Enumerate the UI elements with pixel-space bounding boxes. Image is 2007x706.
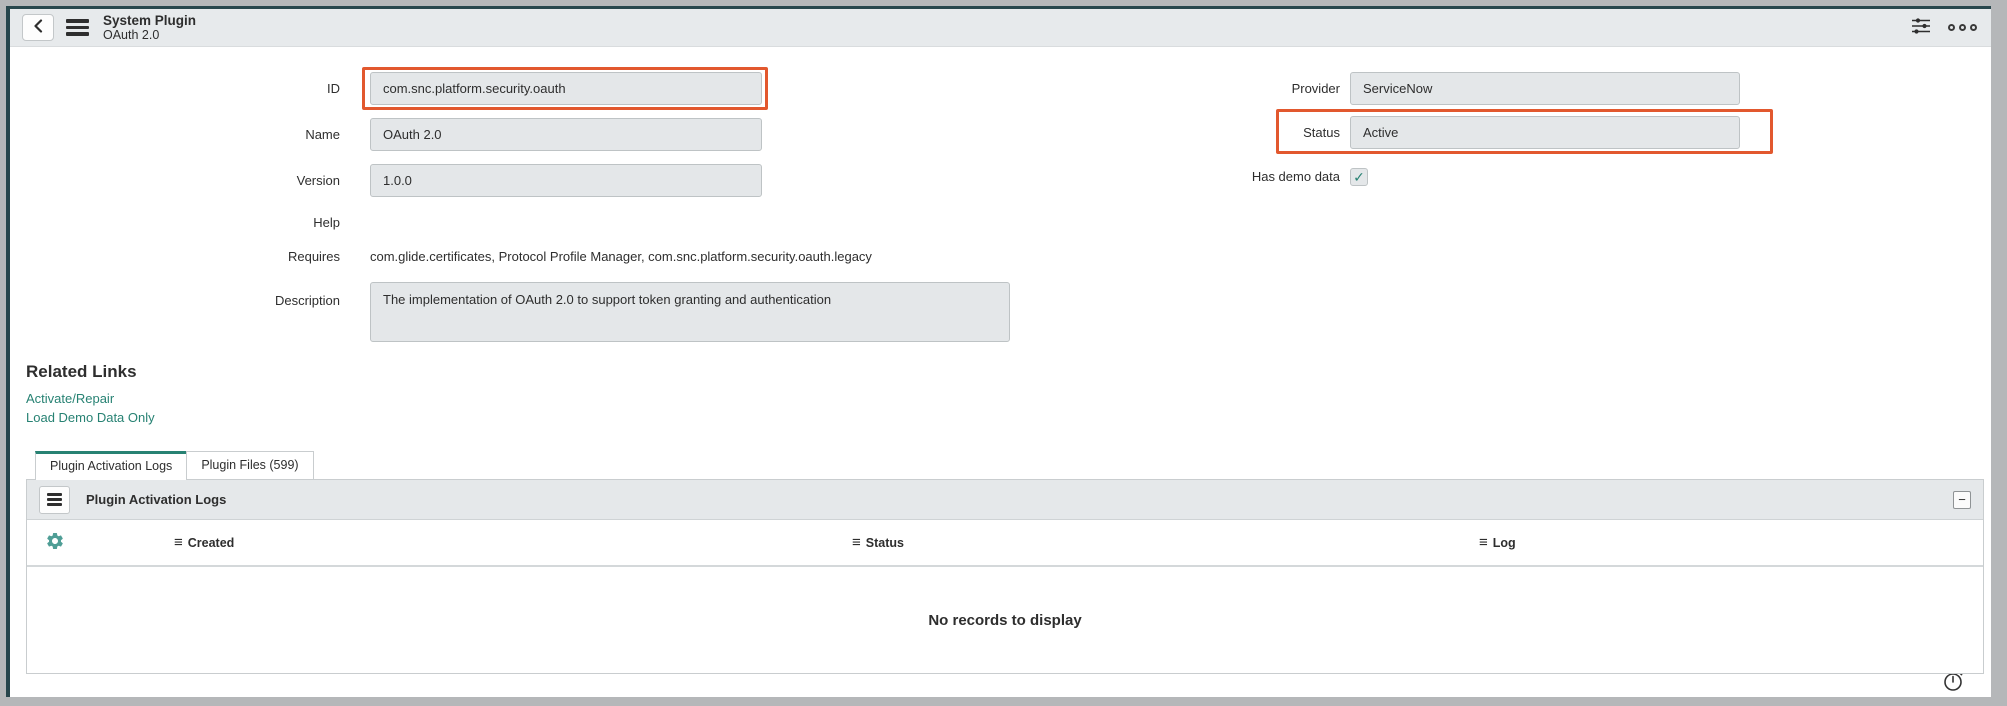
form-title-block: System Plugin OAuth 2.0 [103,13,196,43]
requires-label: Requires [287,248,340,264]
personalize-form-button[interactable] [1908,14,1934,41]
three-circles-icon [1948,24,1977,31]
plugin-form: ID Name Version Help Requires com.glide.… [10,47,1991,342]
column-header-status[interactable]: ≡ Status [852,520,904,565]
field-row-status: Status [1046,109,1786,154]
version-input[interactable] [370,164,762,197]
help-label: Help [313,214,340,230]
hamburger-icon [47,493,62,506]
list-header: Plugin Activation Logs − [27,480,1983,520]
column-menu-icon: ≡ [852,534,861,551]
checkmark-icon: ✓ [1353,168,1365,185]
field-row-description: Description The implementation of OAuth … [10,282,1010,342]
more-options-button[interactable] [1946,22,1979,33]
requires-value: com.glide.certificates, Protocol Profile… [370,248,872,264]
minus-icon: − [1958,492,1966,507]
field-row-requires: Requires com.glide.certificates, Protoco… [10,246,1010,266]
column-header-label: Created [187,535,235,550]
provider-input[interactable] [1350,72,1740,105]
column-header-label: Log [1492,535,1516,550]
form-header: System Plugin OAuth 2.0 [10,9,1991,47]
plugin-activation-logs-list: Plugin Activation Logs − ≡ Created ≡ Sta… [26,479,1984,674]
field-row-id: ID [10,67,1010,110]
provider-label: Provider [1291,81,1340,96]
has-demo-data-label: Has demo data [1251,169,1340,184]
related-links-section: Related Links Activate/Repair Load Demo … [26,362,1991,425]
field-row-version: Version [10,164,1010,197]
column-menu-icon: ≡ [1479,534,1488,551]
form-right-column: Provider Status Has demo data ✓ [1046,72,1786,204]
description-textarea[interactable]: The implementation of OAuth 2.0 to suppo… [370,282,1010,342]
version-label: Version [296,173,340,188]
has-demo-data-checkbox[interactable]: ✓ [1350,167,1368,186]
tab-plugin-activation-logs[interactable]: Plugin Activation Logs [35,451,188,480]
app-window: System Plugin OAuth 2.0 ID com.snc.platf… [6,6,1991,697]
chevron-left-icon [33,19,43,36]
column-menu-icon: ≡ [174,534,183,551]
status-label: Status [1303,125,1340,140]
field-row-provider: Provider [1046,72,1786,105]
column-header-created[interactable]: ≡ Created [174,520,234,565]
field-row-name: Name [10,118,1010,151]
stopwatch-icon [1941,668,1965,696]
status-input[interactable] [1350,116,1740,149]
page-subtitle: OAuth 2.0 [103,28,160,43]
column-header-label: Status [865,535,904,550]
description-label: Description [274,293,340,308]
back-button[interactable] [22,14,54,41]
load-demo-data-only-link[interactable]: Load Demo Data Only [26,410,1991,425]
name-input[interactable] [370,118,762,151]
field-row-has-demo-data: Has demo data ✓ [1046,160,1786,193]
name-label: Name [305,127,340,142]
sliders-icon [1910,16,1932,39]
page-title: System Plugin [103,12,197,28]
list-body: No records to display [27,567,1983,673]
activate-repair-link[interactable]: Activate/Repair [26,391,1991,406]
list-title: Plugin Activation Logs [86,492,227,507]
gear-icon [45,531,65,554]
related-lists-tabs: Plugin Activation Logs Plugin Files (599… [35,451,1991,480]
related-links-title: Related Links [26,362,137,381]
field-row-help: Help [10,210,1010,234]
column-header-log[interactable]: ≡ Log [1479,520,1516,565]
tab-plugin-files[interactable]: Plugin Files (599) [186,451,314,479]
list-column-header-row: ≡ Created ≡ Status ≡ Log [27,520,1983,567]
list-personalize-gear-button[interactable] [45,520,65,565]
id-label: ID [327,81,340,96]
list-context-menu-button[interactable] [39,485,70,514]
form-context-menu-icon[interactable] [66,19,89,36]
id-input[interactable] [370,72,762,105]
empty-list-message: No records to display [928,611,1082,629]
collapse-list-button[interactable]: − [1953,490,1971,509]
